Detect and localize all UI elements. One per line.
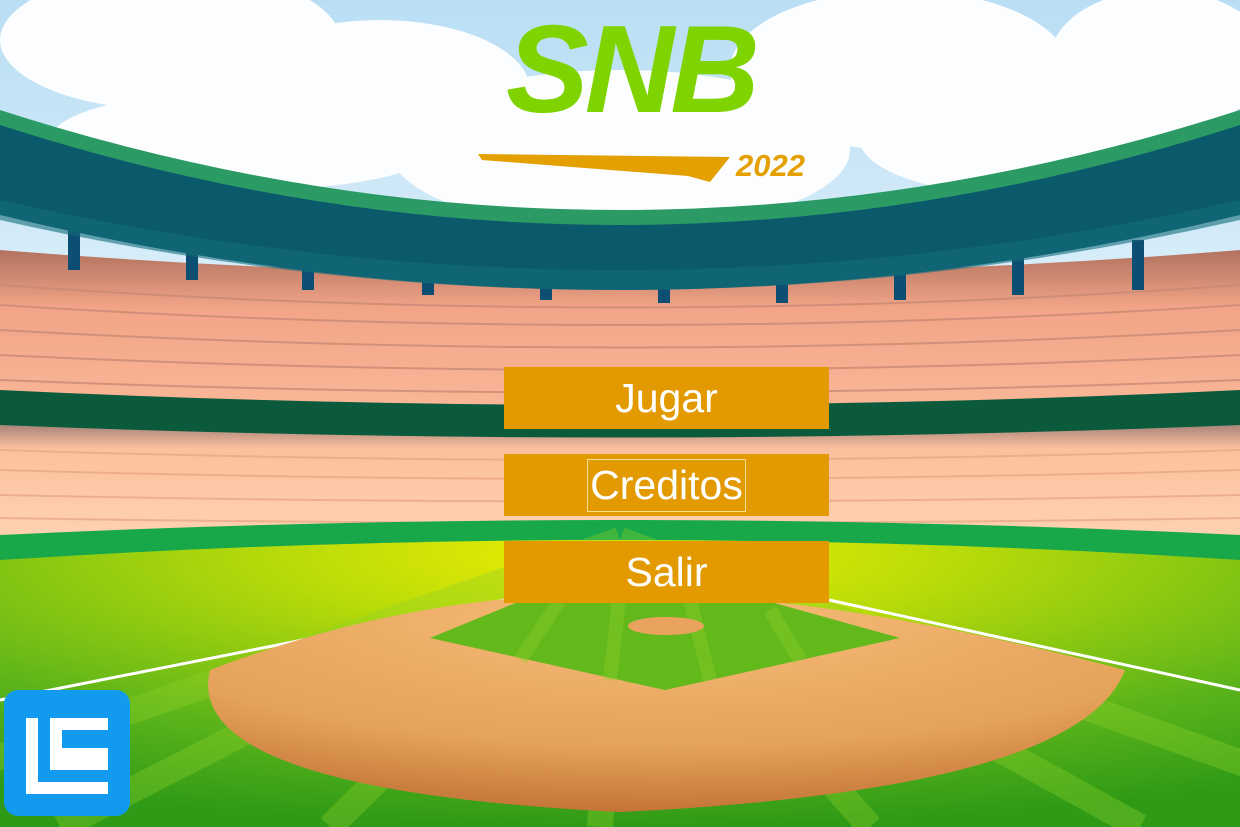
game-logo: SNB 2022 <box>478 8 828 194</box>
credits-button[interactable]: Creditos <box>504 454 829 516</box>
play-button[interactable]: Jugar <box>504 367 829 429</box>
main-menu: Jugar Creditos Salir <box>504 367 829 628</box>
play-button-label: Jugar <box>615 374 718 421</box>
game-year: 2022 <box>736 148 805 183</box>
game-title: SNB <box>506 1 760 139</box>
exit-button-label: Salir <box>625 548 708 595</box>
logo-stripe-icon <box>478 154 730 182</box>
le-logo-icon <box>4 690 130 816</box>
credits-button-label: Creditos <box>587 458 746 512</box>
main-menu-screen: SNB 2022 Jugar Creditos Salir <box>0 0 1240 827</box>
exit-button[interactable]: Salir <box>504 541 829 603</box>
